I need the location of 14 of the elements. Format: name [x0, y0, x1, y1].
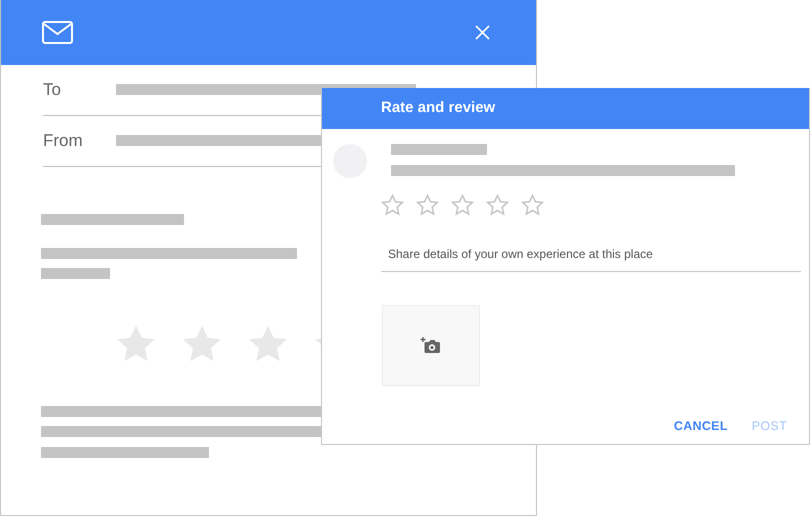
- rating-star[interactable]: [451, 194, 474, 216]
- dialog-title: Rate and review: [322, 88, 809, 129]
- envelope-icon: [42, 20, 73, 44]
- rating-star[interactable]: [416, 194, 439, 216]
- add-photo-button[interactable]: [382, 305, 480, 386]
- close-icon[interactable]: [475, 25, 490, 40]
- field-label: To: [43, 79, 62, 102]
- rating-star[interactable]: [486, 194, 509, 216]
- review-input-field[interactable]: Share details of your own experience at this place: [381, 245, 801, 272]
- cancel-button[interactable]: CANCEL: [674, 415, 728, 438]
- field-label: From: [43, 130, 84, 152]
- rating-star[interactable]: [381, 194, 404, 216]
- rating-star[interactable]: [521, 194, 544, 216]
- add-camera-icon: [420, 336, 442, 354]
